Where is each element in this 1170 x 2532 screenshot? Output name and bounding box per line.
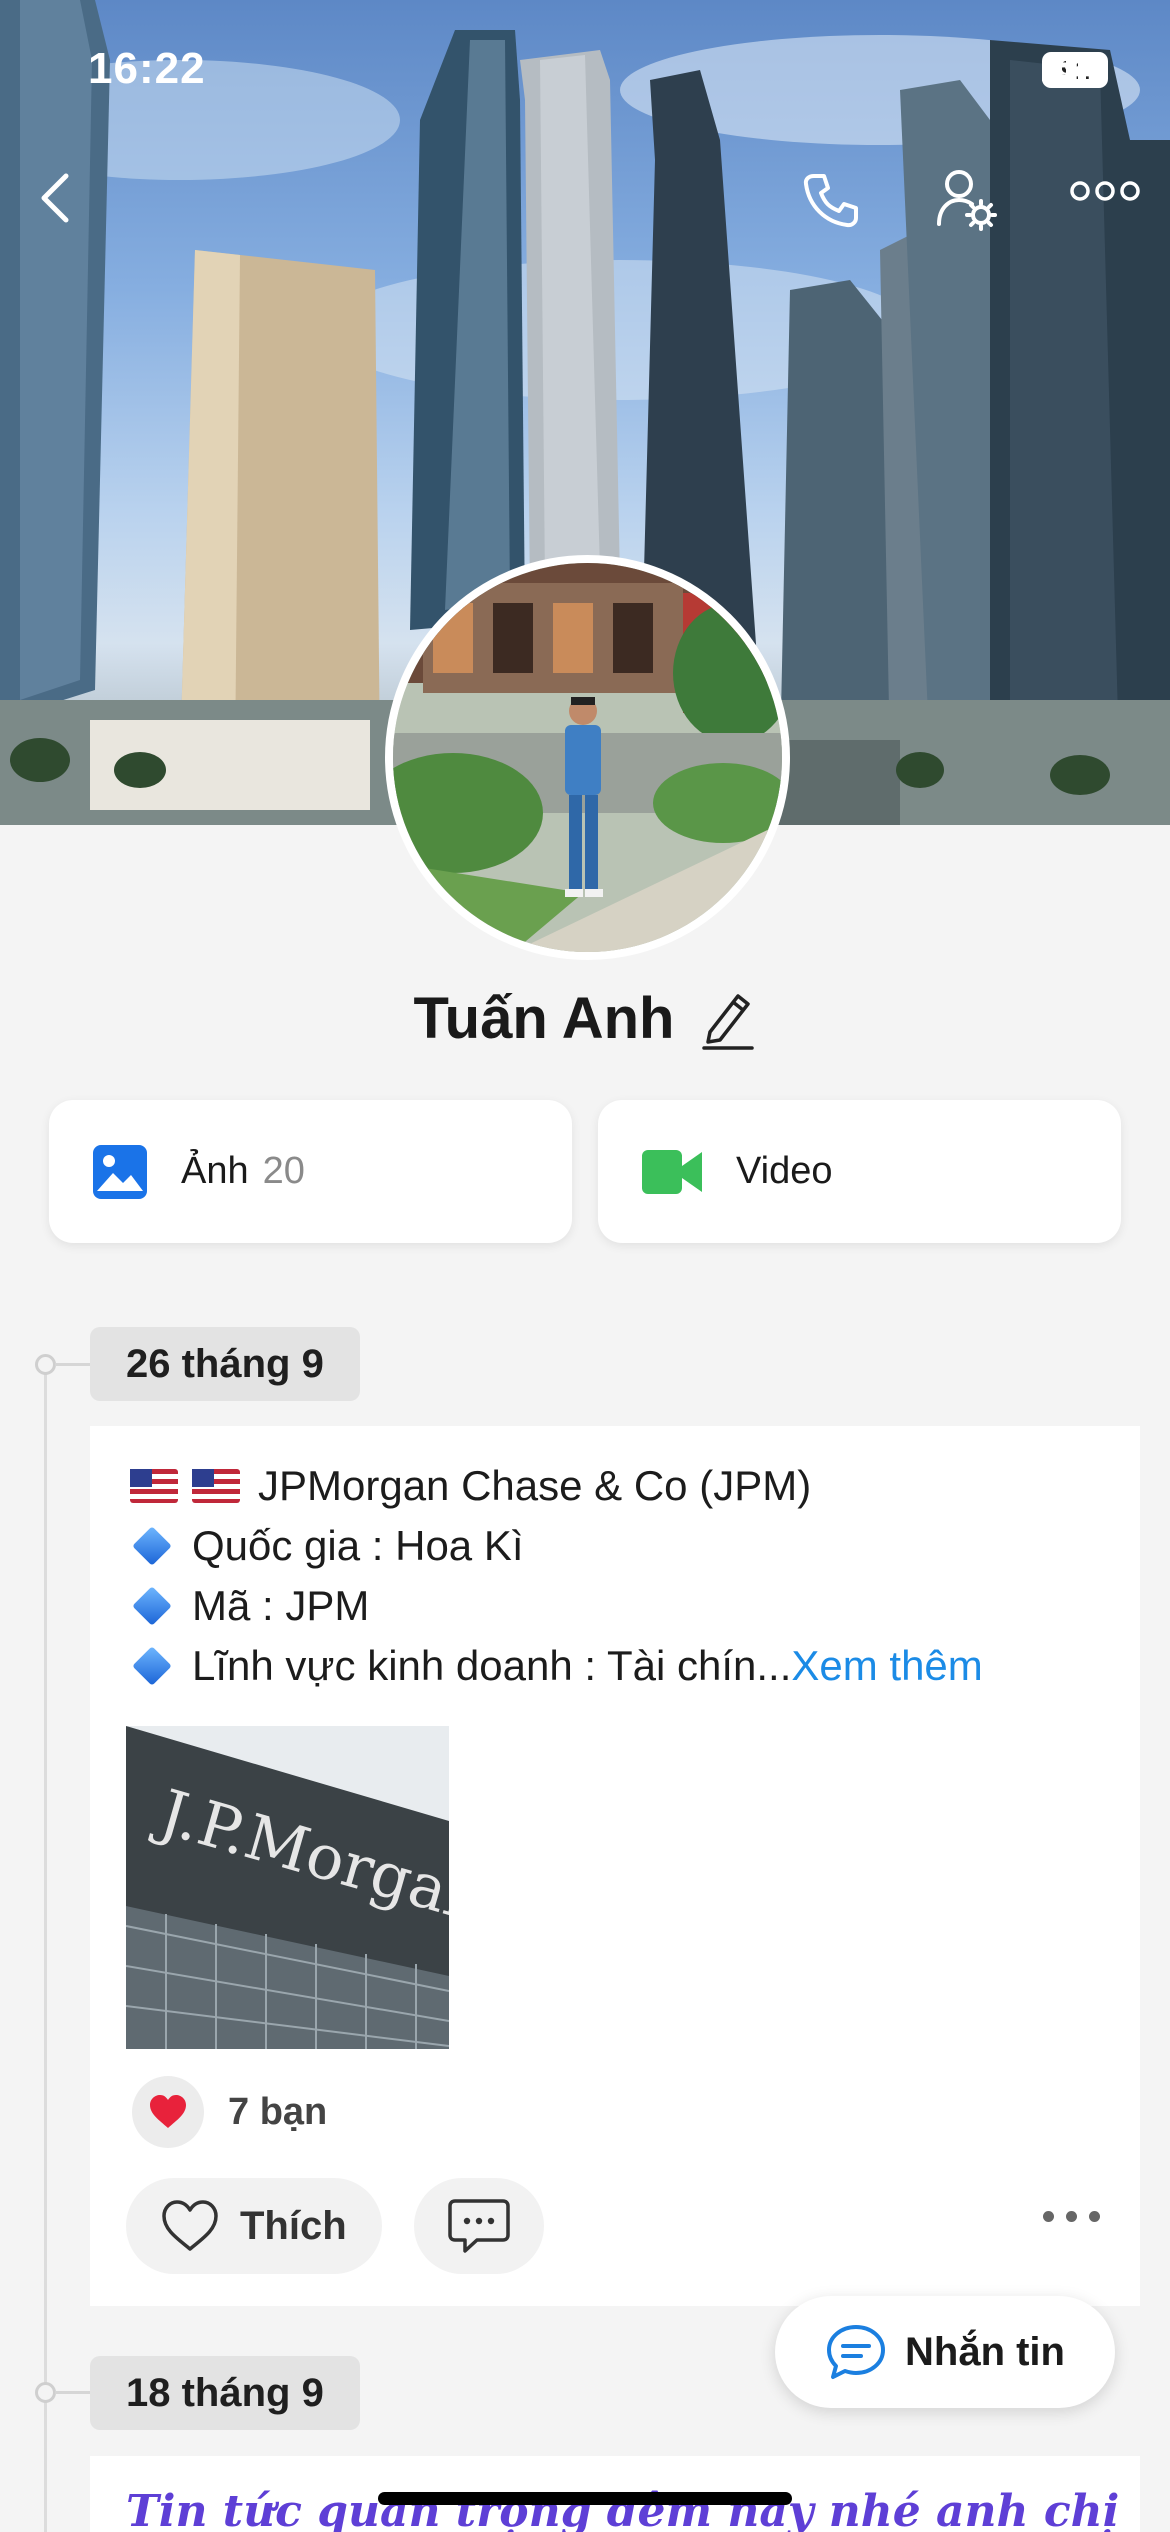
us-flag-icon — [130, 1469, 178, 1503]
videos-card[interactable]: Video — [598, 1100, 1121, 1243]
photos-card[interactable]: Ảnh 20 — [49, 1100, 572, 1243]
post-more-button[interactable] — [1043, 2211, 1100, 2222]
back-button[interactable] — [40, 172, 100, 232]
post-line-text: Quốc gia : Hoa Kì — [192, 1522, 524, 1569]
post-line-text: Lĩnh vực kinh doanh : Tài chín... — [192, 1642, 792, 1689]
home-indicator[interactable] — [378, 2492, 792, 2505]
post-line-text: JPMorgan Chase & Co (JPM) — [258, 1462, 812, 1509]
us-flag-icon — [192, 1469, 240, 1503]
back-icon — [41, 173, 69, 223]
profile-name-row: Tuấn Anh — [0, 985, 1170, 1052]
post-line: JPMorgan Chase & Co (JPM) — [130, 1456, 983, 1516]
timeline-post[interactable]: JPMorgan Chase & Co (JPM) Quốc gia : Hoa… — [90, 1426, 1140, 2306]
video-icon — [642, 1149, 702, 1194]
post-image[interactable]: J.P.Morgan — [126, 1726, 449, 2049]
date-chip: 26 tháng 9 — [90, 1327, 360, 1401]
diamond-icon — [132, 1646, 172, 1686]
photos-label: Ảnh — [181, 1150, 249, 1192]
user-settings-icon — [937, 170, 997, 231]
heart-outline-icon — [162, 2200, 218, 2251]
reactions-summary[interactable]: 7 bạn — [132, 2076, 327, 2148]
profile-settings-button[interactable] — [935, 168, 1015, 244]
like-label: Thích — [240, 2203, 347, 2248]
timeline-dot — [35, 1354, 93, 1375]
comment-button[interactable] — [414, 2178, 544, 2274]
timeline-line — [44, 1362, 47, 2532]
timeline-dot — [35, 2382, 93, 2403]
status-time: 16:22 — [88, 44, 206, 93]
see-more-link[interactable]: Xem thêm — [791, 1636, 982, 1696]
status-icons: 91 — [1042, 52, 1108, 88]
post-text: JPMorgan Chase & Co (JPM) Quốc gia : Hoa… — [130, 1456, 983, 1696]
date-chip: 18 tháng 9 — [90, 2356, 360, 2430]
diamond-icon — [132, 1586, 172, 1626]
heart-icon — [150, 2095, 186, 2128]
dot — [1043, 2211, 1054, 2222]
call-button[interactable] — [800, 170, 880, 240]
message-button[interactable]: Nhắn tin — [775, 2296, 1115, 2408]
avatar-photo — [393, 563, 782, 952]
message-icon — [827, 2325, 885, 2379]
wifi-icon — [1042, 52, 1086, 84]
post-image-graphic: J.P.Morgan — [126, 1726, 449, 2049]
post-line: Quốc gia : Hoa Kì — [130, 1516, 983, 1576]
video-label: Video — [736, 1150, 833, 1192]
edit-icon[interactable] — [700, 988, 756, 1050]
post-line: Lĩnh vực kinh doanh : Tài chín... Xem th… — [130, 1636, 983, 1696]
like-button[interactable]: Thích — [126, 2178, 382, 2274]
more-icon — [1070, 181, 1140, 201]
profile-avatar[interactable] — [385, 555, 790, 960]
phone-icon — [803, 174, 858, 228]
diamond-icon — [132, 1526, 172, 1566]
dot — [1089, 2211, 1100, 2222]
profile-name: Tuấn Anh — [413, 986, 675, 1051]
message-label: Nhắn tin — [905, 2329, 1065, 2374]
reaction-count: 7 bạn — [228, 2090, 328, 2133]
comment-icon — [448, 2199, 510, 2253]
post-line-text: Mã : JPM — [192, 1582, 370, 1629]
more-options-button[interactable] — [1070, 180, 1146, 230]
post-line: Mã : JPM — [130, 1576, 983, 1636]
photos-count: 20 — [262, 1150, 305, 1192]
dot — [1066, 2211, 1077, 2222]
photo-icon — [93, 1144, 147, 1199]
heart-reaction — [132, 2076, 204, 2148]
